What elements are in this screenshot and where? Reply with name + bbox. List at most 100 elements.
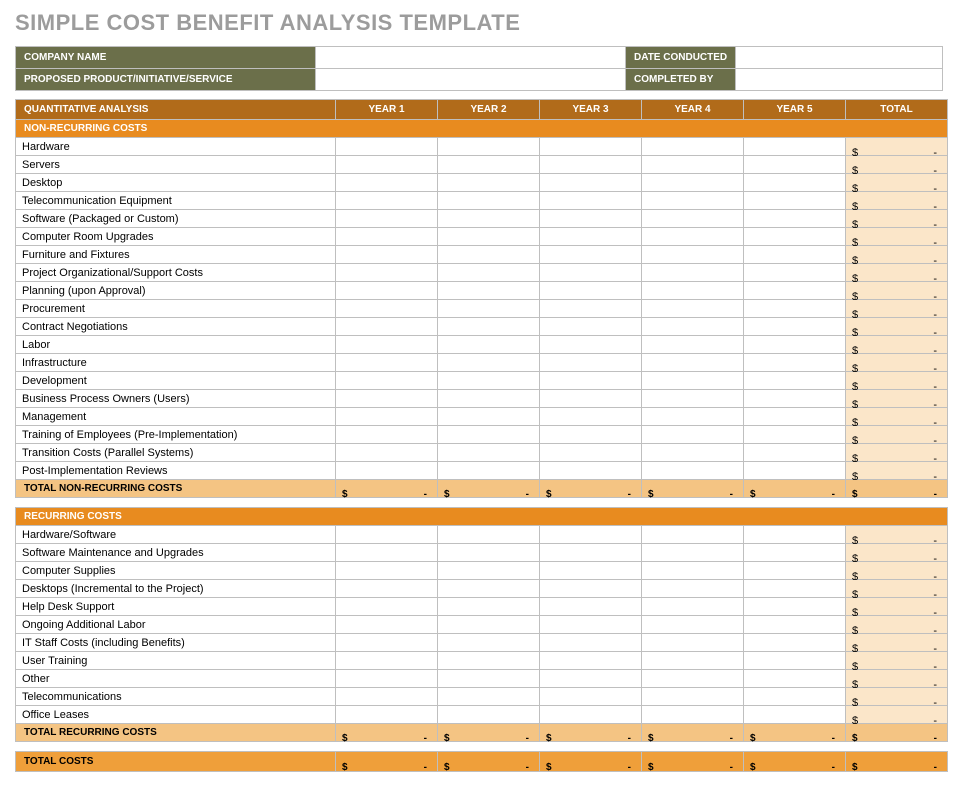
completed-by-value[interactable] [736,69,943,91]
cell-y3[interactable] [540,192,642,210]
cell-y1[interactable] [336,544,438,562]
cell-y2[interactable] [438,444,540,462]
cell-y3[interactable] [540,246,642,264]
cell-y5[interactable] [744,174,846,192]
cell-y4[interactable] [642,426,744,444]
cell-y3[interactable] [540,336,642,354]
cell-y4[interactable] [642,192,744,210]
cell-y4[interactable] [642,246,744,264]
cell-y2[interactable] [438,156,540,174]
cell-y1[interactable] [336,688,438,706]
cell-y4[interactable] [642,462,744,480]
cell-y1[interactable] [336,444,438,462]
cell-y2[interactable] [438,670,540,688]
cell-y2[interactable] [438,336,540,354]
cell-y4[interactable] [642,372,744,390]
cell-y2[interactable] [438,426,540,444]
cell-y3[interactable] [540,444,642,462]
cell-y4[interactable] [642,580,744,598]
cell-y2[interactable] [438,616,540,634]
cell-y1[interactable] [336,282,438,300]
cell-y4[interactable] [642,174,744,192]
cell-y5[interactable] [744,580,846,598]
cell-y5[interactable] [744,336,846,354]
cell-y3[interactable] [540,354,642,372]
cell-y3[interactable] [540,300,642,318]
company-name-value[interactable] [316,47,626,69]
cell-y3[interactable] [540,462,642,480]
cell-y1[interactable] [336,246,438,264]
cell-y2[interactable] [438,264,540,282]
cell-y4[interactable] [642,544,744,562]
cell-y2[interactable] [438,526,540,544]
cell-y4[interactable] [642,408,744,426]
cell-y2[interactable] [438,300,540,318]
cell-y2[interactable] [438,192,540,210]
cell-y3[interactable] [540,372,642,390]
cell-y2[interactable] [438,544,540,562]
cell-y5[interactable] [744,706,846,724]
cell-y1[interactable] [336,174,438,192]
cell-y5[interactable] [744,616,846,634]
cell-y5[interactable] [744,390,846,408]
cell-y2[interactable] [438,706,540,724]
cell-y5[interactable] [744,318,846,336]
cell-y4[interactable] [642,336,744,354]
cell-y2[interactable] [438,390,540,408]
cell-y2[interactable] [438,354,540,372]
cell-y4[interactable] [642,688,744,706]
cell-y1[interactable] [336,228,438,246]
cell-y1[interactable] [336,670,438,688]
cell-y3[interactable] [540,706,642,724]
cell-y3[interactable] [540,598,642,616]
cell-y2[interactable] [438,598,540,616]
cell-y5[interactable] [744,462,846,480]
cell-y3[interactable] [540,282,642,300]
cell-y1[interactable] [336,634,438,652]
cell-y4[interactable] [642,444,744,462]
cell-y5[interactable] [744,408,846,426]
cell-y4[interactable] [642,526,744,544]
cell-y5[interactable] [744,228,846,246]
cell-y1[interactable] [336,598,438,616]
cell-y2[interactable] [438,210,540,228]
cell-y4[interactable] [642,616,744,634]
cell-y1[interactable] [336,210,438,228]
cell-y3[interactable] [540,562,642,580]
cell-y5[interactable] [744,426,846,444]
cell-y3[interactable] [540,408,642,426]
cell-y2[interactable] [438,688,540,706]
cell-y2[interactable] [438,318,540,336]
cell-y1[interactable] [336,580,438,598]
cell-y2[interactable] [438,228,540,246]
cell-y3[interactable] [540,174,642,192]
cell-y4[interactable] [642,562,744,580]
cell-y1[interactable] [336,300,438,318]
cell-y1[interactable] [336,462,438,480]
cell-y4[interactable] [642,390,744,408]
cell-y2[interactable] [438,652,540,670]
cell-y2[interactable] [438,634,540,652]
cell-y5[interactable] [744,526,846,544]
cell-y5[interactable] [744,210,846,228]
cell-y4[interactable] [642,210,744,228]
cell-y2[interactable] [438,246,540,264]
cell-y1[interactable] [336,372,438,390]
cell-y5[interactable] [744,246,846,264]
cell-y5[interactable] [744,264,846,282]
cell-y3[interactable] [540,228,642,246]
cell-y3[interactable] [540,544,642,562]
cell-y1[interactable] [336,336,438,354]
proposed-value[interactable] [316,69,626,91]
cell-y4[interactable] [642,706,744,724]
cell-y4[interactable] [642,598,744,616]
cell-y2[interactable] [438,580,540,598]
cell-y4[interactable] [642,652,744,670]
cell-y5[interactable] [744,544,846,562]
cell-y1[interactable] [336,616,438,634]
cell-y3[interactable] [540,210,642,228]
cell-y4[interactable] [642,354,744,372]
cell-y1[interactable] [336,562,438,580]
cell-y5[interactable] [744,156,846,174]
cell-y1[interactable] [336,354,438,372]
